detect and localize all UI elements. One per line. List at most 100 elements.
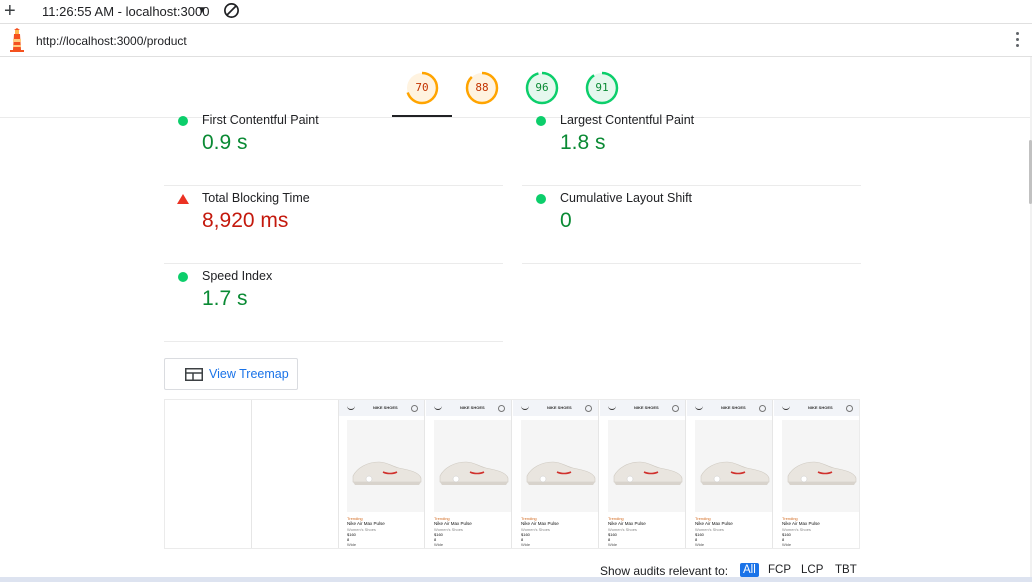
user-circle-icon	[411, 405, 418, 412]
treemap-icon	[185, 368, 203, 381]
user-circle-icon	[585, 405, 592, 412]
metric-label: Cumulative Layout Shift	[560, 191, 693, 205]
shoe-icon	[613, 461, 683, 485]
fail-indicator-icon	[177, 194, 189, 204]
thumb-header: NIKE SHOES	[774, 400, 859, 416]
filmstrip-frame: NIKE SHOES Trending Nike Air Max Pulse Wome…	[600, 400, 686, 548]
nike-swoosh-icon	[695, 406, 703, 410]
user-circle-icon	[846, 405, 853, 412]
pass-indicator-icon	[178, 116, 188, 126]
metric-speed-index: Speed Index 1.7 s	[164, 264, 503, 342]
thumb-width: Wide	[695, 542, 705, 547]
metric-label: First Contentful Paint	[202, 113, 319, 127]
filmstrip-frame: NIKE SHOES Trending Nike Air Max Pulse Wome…	[426, 400, 512, 548]
thumb-width: Wide	[521, 542, 531, 547]
metric-value: 8,920 ms	[202, 209, 289, 232]
thumb-product-name: Nike Air Max Pulse	[608, 521, 646, 526]
thumb-header: NIKE SHOES	[513, 400, 598, 416]
filmstrip-frame-blank	[252, 400, 339, 548]
thumb-product-name: Nike Air Max Pulse	[695, 521, 733, 526]
score-gauge-accessibility[interactable]: 88	[465, 71, 499, 105]
filmstrip-frame: NIKE SHOES Trending Nike Air Max Pulse Wome…	[687, 400, 773, 548]
shoe-icon	[700, 461, 770, 485]
thumb-product-name: Nike Air Max Pulse	[434, 521, 472, 526]
plus-icon[interactable]: +	[4, 1, 16, 21]
filmstrip-frame: NIKE SHOES Trending Nike Air Max Pulse Wome…	[339, 400, 425, 548]
nike-swoosh-icon	[434, 406, 442, 410]
thumb-product-name: Nike Air Max Pulse	[782, 521, 820, 526]
user-circle-icon	[498, 405, 505, 412]
nike-swoosh-icon	[608, 406, 616, 410]
url-bar: http://localhost:3000/product	[0, 24, 1032, 57]
metric-value: 0	[560, 209, 572, 232]
filmstrip: NIKE SHOES Trending Nike Air Max Pulse Wome…	[164, 399, 860, 549]
gauge-score: 96	[535, 81, 549, 94]
metric-value: 0.9 s	[202, 131, 248, 154]
user-circle-icon	[759, 405, 766, 412]
metric-label: Speed Index	[202, 269, 273, 283]
report-time-label[interactable]: 11:26:55 AM - localhost:3000	[42, 4, 209, 19]
metric-label: Total Blocking Time	[202, 191, 310, 205]
block-icon[interactable]	[223, 2, 240, 19]
pass-indicator-icon	[536, 194, 546, 204]
view-treemap-button[interactable]: View Treemap	[164, 358, 298, 390]
audits-filter-label: Show audits relevant to:	[600, 564, 729, 578]
filter-chip-all[interactable]: All	[740, 563, 759, 577]
gauge-score: 70	[415, 81, 429, 94]
thumb-brand: NIKE SHOES	[721, 405, 746, 410]
gauge-score: 88	[475, 81, 489, 94]
thumb-width: Wide	[347, 542, 357, 547]
metric-value: 1.7 s	[202, 287, 248, 310]
nike-swoosh-icon	[782, 406, 790, 410]
metric-label: Largest Contentful Paint	[560, 113, 695, 127]
thumb-product-name: Nike Air Max Pulse	[521, 521, 559, 526]
more-options-icon[interactable]	[1016, 32, 1020, 50]
shoe-icon	[526, 461, 596, 485]
shoe-icon	[439, 461, 509, 485]
metric-largest-contentful-paint: Largest Contentful Paint 1.8 s	[522, 108, 861, 186]
shoe-icon	[787, 461, 857, 485]
score-gauges-bar: 70 88 96 91	[0, 57, 1030, 118]
gauge-score: 91	[595, 81, 609, 94]
pass-indicator-icon	[536, 116, 546, 126]
thumb-brand: NIKE SHOES	[808, 405, 833, 410]
top-bar: + 11:26:55 AM - localhost:3000 ▼	[0, 0, 1032, 24]
thumb-header: NIKE SHOES	[339, 400, 424, 416]
thumb-width: Wide	[608, 542, 618, 547]
score-gauge-best-practices[interactable]: 96	[525, 71, 559, 105]
filmstrip-frame-blank	[165, 400, 252, 548]
thumb-brand: NIKE SHOES	[634, 405, 659, 410]
thumb-header: NIKE SHOES	[600, 400, 685, 416]
caret-down-icon[interactable]: ▼	[197, 5, 207, 16]
metric-value: 1.8 s	[560, 131, 606, 154]
filter-chip-lcp[interactable]: LCP	[798, 563, 826, 577]
filter-chip-fcp[interactable]: FCP	[765, 563, 794, 577]
thumb-brand: NIKE SHOES	[373, 405, 398, 410]
thumb-brand: NIKE SHOES	[460, 405, 485, 410]
metric-total-blocking-time: Total Blocking Time 8,920 ms	[164, 186, 503, 264]
product-image	[347, 420, 424, 512]
thumb-header: NIKE SHOES	[687, 400, 772, 416]
thumb-width: Wide	[434, 542, 444, 547]
view-treemap-label: View Treemap	[209, 367, 289, 381]
shoe-icon	[352, 461, 422, 485]
metric-first-contentful-paint: First Contentful Paint 0.9 s	[164, 108, 503, 186]
filter-chip-tbt[interactable]: TBT	[832, 563, 860, 577]
report-url: http://localhost:3000/product	[36, 34, 187, 48]
nike-swoosh-icon	[521, 406, 529, 410]
product-image	[782, 420, 859, 512]
thumb-width: Wide	[782, 542, 792, 547]
thumb-brand: NIKE SHOES	[547, 405, 572, 410]
lighthouse-icon	[10, 28, 24, 52]
nike-swoosh-icon	[347, 406, 355, 410]
product-image	[434, 420, 511, 512]
thumb-product-name: Nike Air Max Pulse	[347, 521, 385, 526]
score-gauge-performance[interactable]: 70	[405, 71, 439, 105]
user-circle-icon	[672, 405, 679, 412]
score-gauge-seo[interactable]: 91	[585, 71, 619, 105]
product-image	[695, 420, 772, 512]
filmstrip-frame: NIKE SHOES Trending Nike Air Max Pulse Wome…	[513, 400, 599, 548]
product-image	[608, 420, 685, 512]
thumb-header: NIKE SHOES	[426, 400, 511, 416]
filmstrip-frame: NIKE SHOES Trending Nike Air Max Pulse Wome…	[774, 400, 859, 548]
